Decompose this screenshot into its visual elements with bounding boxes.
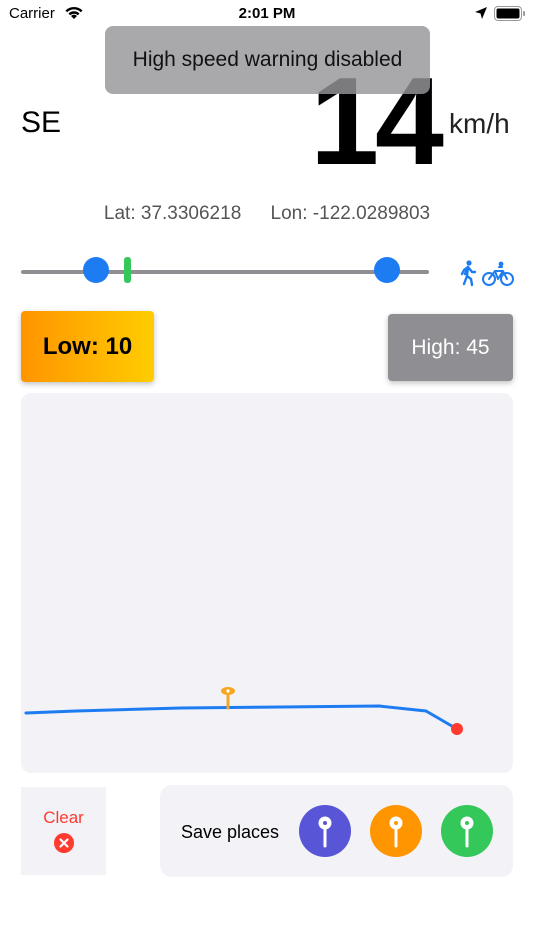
map-view[interactable] (21, 393, 513, 773)
high-threshold-button[interactable]: High: 45 (388, 314, 513, 381)
current-location-dot (451, 723, 463, 735)
saved-pin-icon (221, 687, 235, 710)
save-place-orange-button[interactable] (370, 805, 422, 857)
compass-heading: SE (21, 106, 62, 139)
save-places-label: Save places (181, 822, 280, 842)
high-threshold-thumb[interactable] (374, 257, 400, 283)
low-threshold-button[interactable]: Low: 10 (21, 311, 154, 382)
longitude-label: Lon: -122.0289803 (270, 203, 431, 224)
activity-mode-toggle[interactable] (459, 259, 515, 287)
low-threshold-label: Low: 10 (42, 332, 133, 360)
save-place-green-button[interactable] (441, 805, 493, 857)
latitude-label: Lat: 37.3306218 (103, 203, 242, 224)
bicycle-icon (482, 261, 514, 286)
battery-icon (494, 6, 525, 21)
high-threshold-label: High: 45 (411, 335, 490, 359)
route-path (24, 704, 459, 731)
route-layer (24, 687, 463, 735)
pin-icon (460, 816, 474, 848)
toast-notification: High speed warning disabled (105, 26, 430, 94)
save-place-purple-button[interactable] (299, 805, 351, 857)
clear-x-icon (54, 833, 74, 853)
pin-icon (389, 816, 403, 848)
coordinates: Lat: 37.3306218 Lon: -122.0289803 (0, 203, 534, 225)
low-threshold-thumb[interactable] (83, 257, 109, 283)
clock: 2:01 PM (238, 5, 296, 22)
clear-label: Clear (43, 808, 84, 827)
speed-range-slider[interactable] (21, 255, 429, 285)
walking-icon (460, 260, 477, 287)
current-speed-marker (124, 257, 131, 283)
status-bar: Carrier 2:01 PM (0, 0, 534, 28)
speed-unit: km/h (449, 108, 510, 139)
toast-message: High speed warning disabled (132, 48, 403, 71)
save-places-panel: Save places (160, 785, 513, 877)
location-arrow-icon (475, 7, 487, 19)
pin-icon (318, 816, 332, 848)
clear-button[interactable]: Clear (21, 787, 106, 875)
